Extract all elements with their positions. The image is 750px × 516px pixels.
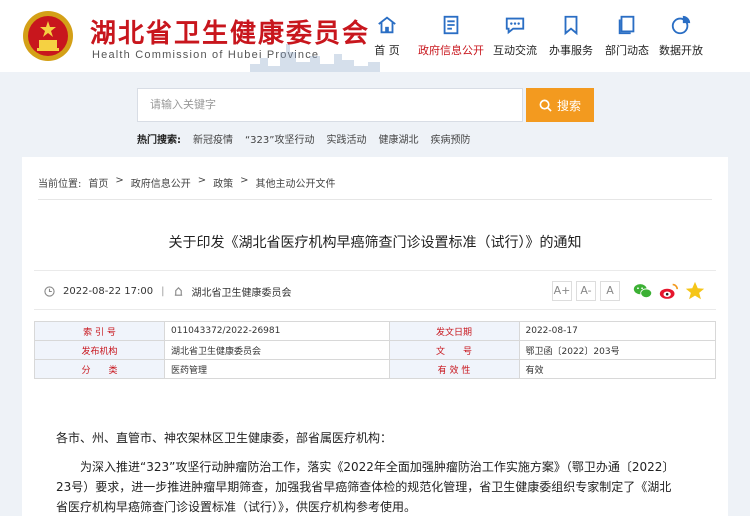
source-icon xyxy=(174,287,182,296)
clock-icon xyxy=(44,286,55,297)
wechat-icon[interactable] xyxy=(632,280,654,302)
hot-search: 热门搜索: 新冠疫情 “323”攻坚行动 实践活动 健康湖北 疾病预防 xyxy=(137,131,470,146)
breadcrumb-separator: > xyxy=(197,175,207,186)
breadcrumb-item-home[interactable]: 首页 xyxy=(88,175,108,190)
meta-separator: | xyxy=(161,286,165,297)
info-label: 文 号 xyxy=(388,340,520,360)
nav-gov-info[interactable]: 政府信息公开 xyxy=(416,14,486,58)
breadcrumb-separator: > xyxy=(240,175,249,186)
body-paragraph: 为深入推进“323”攻坚行动肿瘤防治工作，落实《2022年全面加强肿瘤防治工作实… xyxy=(56,460,675,514)
favorite-icon[interactable] xyxy=(684,280,706,302)
font-larger-button[interactable]: A+ xyxy=(552,281,572,301)
home-icon xyxy=(378,16,396,34)
search-input[interactable]: 请输入关键字 xyxy=(137,88,523,122)
table-row: 发布机构 湖北省卫生健康委员会 文 号 鄂卫函〔2022〕203号 xyxy=(34,340,716,360)
font-default-button[interactable]: A xyxy=(600,281,620,301)
chat-icon xyxy=(505,17,525,35)
nav-home-label: 首 页 xyxy=(374,44,400,57)
hot-term-link[interactable]: 实践活动 xyxy=(326,131,366,146)
breadcrumb-separator: > xyxy=(115,175,124,186)
info-label: 发布机构 xyxy=(34,340,165,360)
article-meta-bar: 2022-08-22 17:00 | 湖北省卫生健康委员会 A+ A- A xyxy=(34,270,716,310)
info-label: 有 效 性 xyxy=(388,359,520,379)
info-value: 医药管理 xyxy=(164,359,390,379)
hot-term-link[interactable]: “323”攻坚行动 xyxy=(245,131,314,146)
site-header: 湖北省卫生健康委员会 Health Commission of Hubei Pr… xyxy=(0,0,750,72)
nav-gov-info-label: 政府信息公开 xyxy=(418,44,484,57)
document-info-table: 索 引 号 011043372/2022-26981 发文日期 2022-08-… xyxy=(34,321,716,379)
hot-term-link[interactable]: 新冠疫情 xyxy=(193,131,233,146)
info-value: 湖北省卫生健康委员会 xyxy=(164,340,390,360)
info-value: 有效 xyxy=(518,359,716,379)
font-smaller-button[interactable]: A- xyxy=(576,281,596,301)
breadcrumb: 当前位置: 首页 > 政府信息公开 > 政策 > 其他主动公开文件 xyxy=(38,175,336,190)
breadcrumb-item-gov-info[interactable]: 政府信息公开 xyxy=(131,175,191,190)
table-row: 索 引 号 011043372/2022-26981 发文日期 2022-08-… xyxy=(34,321,716,341)
notes-icon xyxy=(618,15,635,35)
divider xyxy=(38,199,712,200)
hot-term-link[interactable]: 健康湖北 xyxy=(378,131,418,146)
search-button[interactable]: 搜索 xyxy=(526,88,594,122)
info-label: 分 类 xyxy=(34,359,165,379)
article-date: 2022-08-22 17:00 xyxy=(63,286,154,297)
hot-search-label: 热门搜索: xyxy=(137,135,181,146)
nav-data-open-label: 数据开放 xyxy=(659,44,703,57)
breadcrumb-item-other-files[interactable]: 其他主动公开文件 xyxy=(256,175,336,190)
table-row: 分 类 医药管理 有 效 性 有效 xyxy=(34,359,716,379)
search-icon xyxy=(539,99,552,112)
breadcrumb-item-policy[interactable]: 政策 xyxy=(213,175,233,190)
info-label: 索 引 号 xyxy=(34,321,165,341)
info-value: 鄂卫函〔2022〕203号 xyxy=(518,340,716,360)
info-label: 发文日期 xyxy=(388,321,520,341)
hot-term-link[interactable]: 疾病预防 xyxy=(430,131,470,146)
national-emblem-icon xyxy=(23,11,73,61)
article-source: 湖北省卫生健康委员会 xyxy=(191,288,292,299)
nav-data-open[interactable]: 数据开放 xyxy=(646,14,716,58)
bookmark-icon xyxy=(564,15,578,36)
nav-interaction-label: 互动交流 xyxy=(493,44,537,57)
article-title: 关于印发《湖北省医疗机构早癌筛查门诊设置标准（试行）》的通知 xyxy=(168,235,582,251)
body-greeting: 各市、州、直管市、神农架林区卫生健康委，部省属医疗机构： xyxy=(56,431,393,445)
nav-department-news-label: 部门动态 xyxy=(605,44,649,57)
info-value: 011043372/2022-26981 xyxy=(164,321,390,341)
nav-home[interactable]: 首 页 xyxy=(352,14,422,58)
nav-services-label: 办事服务 xyxy=(549,44,593,57)
weibo-icon[interactable] xyxy=(658,280,680,302)
pie-chart-icon xyxy=(671,15,691,35)
search-button-label: 搜索 xyxy=(556,98,581,113)
info-value: 2022-08-17 xyxy=(518,321,716,341)
document-icon xyxy=(443,15,459,35)
breadcrumb-prefix: 当前位置: xyxy=(38,179,82,190)
